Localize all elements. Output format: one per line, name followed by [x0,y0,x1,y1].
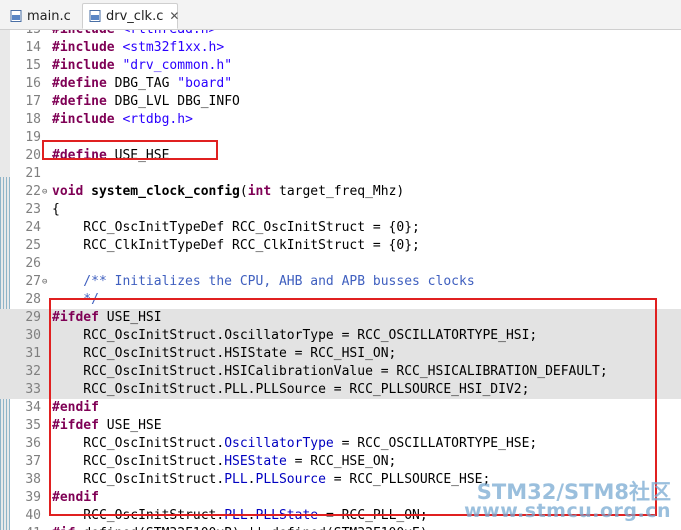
tab-drv-clk-c[interactable]: drv_clk.c ✕ [82,3,179,29]
line-number: 40 [25,508,41,523]
line-number: 33 [25,382,41,397]
code-token: { [52,202,60,217]
highlight-box-define [42,140,218,160]
code-line[interactable]: 27 ⊖ /** Initializes the CPU, AHB and APB… [0,273,681,291]
code-text: #define DBG_TAG "board" [52,75,232,93]
code-line[interactable]: 23 { [0,201,681,219]
code-token: ( [239,184,248,199]
code-text: /** Initializes the CPU, AHB and APB bus… [52,273,475,291]
code-token: "drv_common.h" [122,58,233,73]
code-line[interactable]: 21 [0,165,681,183]
code-text: #include "drv_common.h" [52,57,232,75]
code-token: RCC_ClkInitTypeDef RCC_ClkInitStruct = {… [52,238,420,253]
code-token: <rtdbg.h> [122,112,193,127]
code-text: void system_clock_config(int target_freq… [52,183,404,201]
line-number: 18 [25,112,41,127]
line-number: 29 [25,310,41,325]
editor-tab-bar: main.c drv_clk.c ✕ [0,0,681,30]
line-number: 37 [25,454,41,469]
code-token: #include [52,30,122,37]
line-number: 39 [25,490,41,505]
line-number: 14 [25,40,41,55]
line-number: 20 [25,148,41,163]
code-line[interactable]: 24 RCC_OscInitTypeDef RCC_OscInitStruct … [0,219,681,237]
code-token: #include [52,58,123,73]
code-token: /** Initializes the CPU, AHB and APB bus… [52,274,475,289]
code-token: #define [52,94,115,109]
line-number: 30 [25,328,41,343]
line-number: 26 [25,256,41,271]
code-text: RCC_ClkInitTypeDef RCC_ClkInitStruct = {… [52,237,420,255]
line-number: 28 [25,292,41,307]
line-number: 13 [13,30,41,39]
line-number: 17 [25,94,41,109]
code-line[interactable]: 41 #if defined(STM32F100xB) || defined(ST… [0,525,681,530]
code-token: <rtthread.h> [122,30,216,37]
tab-label: main.c [27,8,71,24]
code-token: system_clock_config [91,184,240,199]
code-line[interactable]: 25 RCC_ClkInitTypeDef RCC_ClkInitStruct … [0,237,681,255]
tab-main-c[interactable]: main.c [4,3,74,29]
code-token: #include [52,40,123,55]
code-line[interactable]: 14 #include <stm32f1xx.h> [0,39,681,57]
line-number: 38 [25,472,41,487]
code-line[interactable]: 18 #include <rtdbg.h> [0,111,681,129]
line-number: 23 [25,202,41,217]
code-line[interactable]: 26 [0,255,681,273]
code-line[interactable]: 22 ⊖ void system_clock_config(int target_f… [0,183,681,201]
line-number: 34 [25,400,41,415]
code-editor[interactable]: 13 #include <rtthread.h> 14 #include <stm32… [0,30,681,530]
code-text: #include <stm32f1xx.h> [52,39,224,57]
code-line[interactable]: 17 #define DBG_LVL DBG_INFO [0,93,681,111]
line-number: 35 [25,418,41,433]
code-text: { [52,201,60,219]
code-token: target_freq_Mhz) [279,184,405,199]
code-token: <stm32f1xx.h> [122,40,225,55]
code-text: RCC_OscInitTypeDef RCC_OscInitStruct = {… [52,219,420,237]
code-token: RCC_OscInitTypeDef RCC_OscInitStruct = {… [52,220,420,235]
line-number: 31 [25,346,41,361]
fold-toggle-icon[interactable]: ⊖ [42,183,51,201]
c-file-icon [89,10,101,22]
code-text: #if defined(STM32F100xB) || defined(STM3… [52,525,428,530]
code-token: DBG_LVL DBG_INFO [114,94,240,109]
close-icon[interactable]: ✕ [169,9,179,23]
code-token: void [52,184,92,199]
code-token: int [247,184,279,199]
code-token: #include [52,112,123,127]
line-number: 22 [25,184,41,199]
line-number: 16 [25,76,41,91]
code-token: defined(STM32F100xB) || defined(STM32F10… [83,526,427,530]
code-token: "board" [177,76,233,91]
code-token: DBG_TAG [114,76,178,91]
line-number: 24 [25,220,41,235]
code-line[interactable]: 15 #include "drv_common.h" [0,57,681,75]
line-number: 25 [25,238,41,253]
line-number: 36 [25,436,41,451]
line-number: 21 [25,166,41,181]
code-token: #if [52,526,83,530]
line-number: 27 [25,274,41,289]
line-number: 19 [25,130,41,145]
fold-toggle-icon[interactable]: ⊖ [42,273,51,291]
code-line[interactable]: 16 #define DBG_TAG "board" [0,75,681,93]
code-text: #include <rtdbg.h> [52,111,193,129]
watermark-url: www.stmcu.org.cn [464,500,671,522]
line-number: 32 [25,364,41,379]
code-text: #define DBG_LVL DBG_INFO [52,93,240,111]
line-number: 15 [25,58,41,73]
line-number: 41 [13,525,41,530]
code-line[interactable]: 13 #include <rtthread.h> [0,30,681,39]
code-token: #define [52,76,115,91]
c-file-icon [10,10,22,22]
code-text: #include <rtthread.h> [52,30,216,39]
tab-label: drv_clk.c [106,8,164,24]
